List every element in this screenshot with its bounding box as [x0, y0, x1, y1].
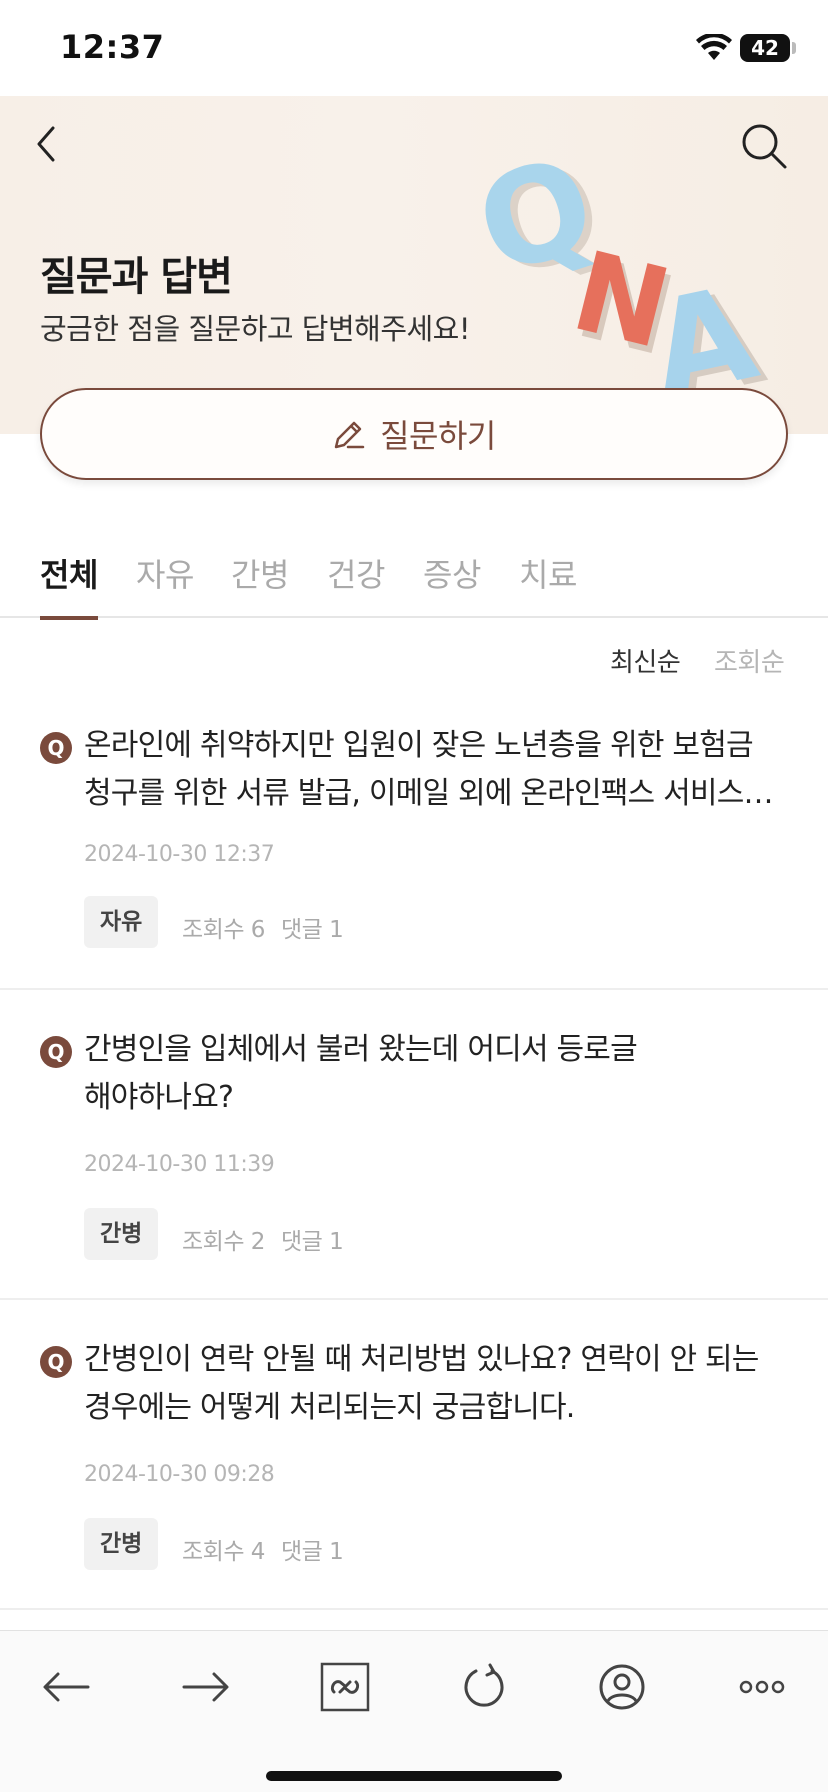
browser-forward-button[interactable] [174, 1655, 238, 1719]
browser-toolbar [0, 1630, 828, 1792]
list-item[interactable]: Q 간병인을 입체에서 불러 왔는데 어디서 등로글 해야하나요? 2024-1… [0, 990, 828, 1300]
profile-icon [599, 1664, 645, 1710]
battery-cap [792, 42, 796, 54]
qna-letters-illustration: Q Q N N A A [470, 126, 770, 416]
page-title: 질문과 답변 [40, 254, 233, 300]
wifi-icon [696, 34, 732, 60]
tab-free[interactable]: 자유 [136, 550, 194, 616]
browser-link-button[interactable] [313, 1655, 377, 1719]
back-arrow-icon [43, 1672, 90, 1702]
question-badge-icon: Q [40, 1346, 72, 1378]
tab-symptom[interactable]: 증상 [423, 550, 481, 616]
post-title: 온라인에 취약하지만 입원이 잦은 노년층을 위한 보험금 청구를 위한 서류 … [84, 728, 774, 811]
sort-views[interactable]: 조회순 [714, 642, 785, 679]
category-tabs: 전체 자유 간병 건강 증상 치료 [0, 540, 828, 620]
post-date: 2024-10-30 11:39 [84, 1152, 275, 1177]
category-tag: 간병 [84, 1208, 159, 1260]
view-count: 조회수 4 [182, 1539, 265, 1565]
post-date: 2024-10-30 09:28 [84, 1462, 275, 1487]
ask-question-label: 질문하기 [380, 417, 496, 455]
forward-arrow-icon [182, 1672, 229, 1702]
sort-latest[interactable]: 최신순 [610, 642, 681, 679]
post-title: 간병인이 연락 안될 때 처리방법 있나요? 연락이 안 되는 경우에는 어떻게… [84, 1342, 759, 1425]
hero-banner: Q Q N N A A 질문과 답변 궁금한 점을 질문하고 답변해주세요! [0, 96, 828, 434]
battery-icon: 42 [740, 34, 790, 62]
refresh-icon [464, 1663, 504, 1707]
search-button[interactable] [736, 118, 792, 174]
tab-treatment[interactable]: 치료 [519, 550, 577, 616]
search-icon [742, 124, 787, 169]
question-badge-icon: Q [40, 1036, 72, 1068]
list-item[interactable]: Q 온라인에 취약하지만 입원이 잦은 노년층을 위한 보험금 청구를 위한 서… [0, 700, 828, 990]
more-icon [739, 1680, 785, 1694]
back-button[interactable] [24, 122, 68, 166]
pencil-icon [334, 421, 365, 449]
post-title: 간병인을 입체에서 불러 왔는데 어디서 등로글 해야하나요? [84, 1032, 638, 1115]
chevron-left-icon [37, 126, 55, 162]
page-subtitle: 궁금한 점을 질문하고 답변해주세요! [40, 312, 470, 346]
question-badge-icon: Q [40, 732, 72, 764]
battery-level: 42 [751, 36, 779, 60]
view-count: 조회수 6 [182, 917, 265, 943]
post-meta: 조회수 4 댓글 1 [182, 1532, 344, 1566]
link-icon [320, 1662, 370, 1712]
tab-health[interactable]: 건강 [327, 550, 385, 616]
browser-profile-button[interactable] [590, 1655, 654, 1719]
ask-question-button[interactable]: 질문하기 [40, 388, 788, 480]
list-item[interactable]: Q 간병인이 연락 안될 때 처리방법 있나요? 연락이 안 되는 경우에는 어… [0, 1300, 828, 1610]
browser-more-button[interactable] [730, 1655, 794, 1719]
view-count: 조회수 2 [182, 1229, 265, 1255]
category-tag: 자유 [84, 896, 159, 948]
post-date: 2024-10-30 12:37 [84, 842, 275, 867]
post-meta: 조회수 6 댓글 1 [182, 910, 344, 944]
comment-count: 댓글 1 [280, 1229, 344, 1255]
comment-count: 댓글 1 [280, 917, 344, 943]
post-meta: 조회수 2 댓글 1 [182, 1222, 344, 1256]
home-indicator [266, 1771, 562, 1781]
status-bar: 12:37 42 [0, 0, 828, 96]
tab-care[interactable]: 간병 [231, 550, 289, 616]
browser-refresh-button[interactable] [452, 1655, 516, 1719]
category-tag: 간병 [84, 1518, 159, 1570]
browser-back-button[interactable] [34, 1655, 98, 1719]
tab-all[interactable]: 전체 [40, 550, 98, 620]
comment-count: 댓글 1 [280, 1539, 344, 1565]
status-time: 12:37 [60, 28, 165, 66]
